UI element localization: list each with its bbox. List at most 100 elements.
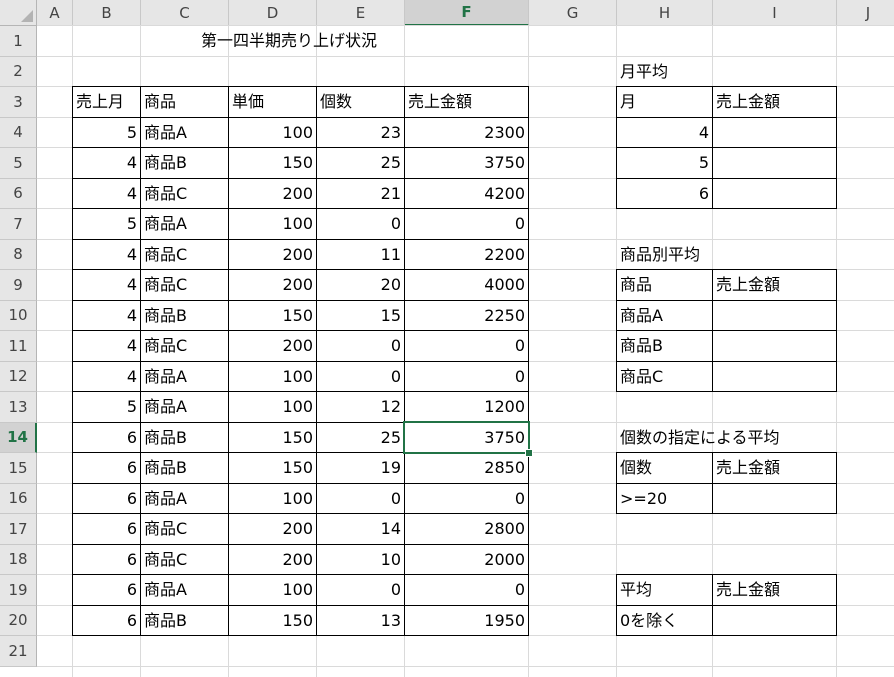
- row-header-6[interactable]: 6: [0, 178, 37, 209]
- table-cell[interactable]: 150: [228, 604, 317, 636]
- side-table-header[interactable]: 個数: [616, 452, 713, 484]
- row-header-20[interactable]: 20: [0, 605, 37, 636]
- table-cell[interactable]: 12: [316, 391, 405, 423]
- row-header-8[interactable]: 8: [0, 239, 37, 270]
- row-header-16[interactable]: 16: [0, 483, 37, 514]
- row-header-12[interactable]: 12: [0, 361, 37, 392]
- column-header-b[interactable]: B: [73, 0, 141, 26]
- table-cell[interactable]: 100: [228, 208, 317, 240]
- row-header-19[interactable]: 19: [0, 575, 37, 606]
- table-cell[interactable]: 21: [316, 177, 405, 209]
- table-cell[interactable]: 4200: [404, 177, 529, 209]
- row-header-2[interactable]: 2: [0, 56, 37, 87]
- row-header-4[interactable]: 4: [0, 117, 37, 148]
- row-header-13[interactable]: 13: [0, 392, 37, 423]
- table-header-cell[interactable]: 商品: [140, 86, 229, 118]
- table-cell[interactable]: 6: [72, 421, 141, 453]
- side-table-cell[interactable]: 商品A: [616, 299, 713, 331]
- table-cell[interactable]: 150: [228, 147, 317, 179]
- table-cell[interactable]: 商品A: [140, 574, 229, 606]
- table-cell[interactable]: 0: [316, 360, 405, 392]
- table-cell[interactable]: 20: [316, 269, 405, 301]
- side-table-cell[interactable]: 商品B: [616, 330, 713, 362]
- column-header-h[interactable]: H: [617, 0, 713, 26]
- table-cell[interactable]: 4: [72, 177, 141, 209]
- side-table-cell[interactable]: [712, 177, 837, 209]
- table-cell[interactable]: 200: [228, 177, 317, 209]
- column-header-g[interactable]: G: [529, 0, 617, 26]
- table-cell[interactable]: 0: [404, 330, 529, 362]
- table-cell[interactable]: 商品C: [140, 543, 229, 575]
- side-table-cell[interactable]: [712, 482, 837, 514]
- row-header-5[interactable]: 5: [0, 148, 37, 179]
- table-cell[interactable]: 2300: [404, 116, 529, 148]
- table-cell[interactable]: 150: [228, 299, 317, 331]
- table-cell[interactable]: 商品A: [140, 482, 229, 514]
- table-cell[interactable]: 0: [316, 482, 405, 514]
- side-table-cell[interactable]: [712, 147, 837, 179]
- table-cell[interactable]: 2000: [404, 543, 529, 575]
- table-header-cell[interactable]: 売上月: [72, 86, 141, 118]
- table-cell[interactable]: 6: [72, 482, 141, 514]
- column-header-f[interactable]: F: [405, 0, 529, 26]
- table-cell[interactable]: 2800: [404, 513, 529, 545]
- row-header-15[interactable]: 15: [0, 453, 37, 484]
- side-table-header[interactable]: 平均: [616, 574, 713, 606]
- table-cell[interactable]: 150: [228, 452, 317, 484]
- side-table-cell[interactable]: [712, 299, 837, 331]
- table-cell[interactable]: 0: [404, 482, 529, 514]
- table-cell[interactable]: 0: [404, 574, 529, 606]
- table-cell[interactable]: 2850: [404, 452, 529, 484]
- table-header-cell[interactable]: 単価: [228, 86, 317, 118]
- table-cell[interactable]: 10: [316, 543, 405, 575]
- side-table-cell[interactable]: [712, 330, 837, 362]
- fill-handle[interactable]: [525, 449, 533, 457]
- table-cell[interactable]: 2200: [404, 238, 529, 270]
- side-table-header[interactable]: 商品: [616, 269, 713, 301]
- table-cell[interactable]: 5: [72, 116, 141, 148]
- table-cell[interactable]: 4: [72, 147, 141, 179]
- by-product-label[interactable]: 商品別平均: [617, 240, 713, 271]
- side-table-cell[interactable]: 商品C: [616, 360, 713, 392]
- table-cell[interactable]: 商品A: [140, 360, 229, 392]
- active-cell-f14[interactable]: 3750: [403, 420, 530, 454]
- table-cell[interactable]: 15: [316, 299, 405, 331]
- table-header-cell[interactable]: 個数: [316, 86, 405, 118]
- table-cell[interactable]: 200: [228, 513, 317, 545]
- row-header-17[interactable]: 17: [0, 514, 37, 545]
- side-table-header[interactable]: 月: [616, 86, 713, 118]
- side-table-header[interactable]: 売上金額: [712, 574, 837, 606]
- table-cell[interactable]: 100: [228, 391, 317, 423]
- side-table-cell[interactable]: 4: [616, 116, 713, 148]
- table-cell[interactable]: 100: [228, 360, 317, 392]
- table-cell[interactable]: 200: [228, 330, 317, 362]
- table-cell[interactable]: 100: [228, 116, 317, 148]
- table-cell[interactable]: 23: [316, 116, 405, 148]
- table-cell[interactable]: 6: [72, 543, 141, 575]
- row-header-9[interactable]: 9: [0, 270, 37, 301]
- monthly-label[interactable]: 月平均: [617, 57, 713, 88]
- table-cell[interactable]: 11: [316, 238, 405, 270]
- table-cell[interactable]: 100: [228, 574, 317, 606]
- table-cell[interactable]: 4: [72, 269, 141, 301]
- table-cell[interactable]: 0: [404, 208, 529, 240]
- table-cell[interactable]: 6: [72, 513, 141, 545]
- table-cell[interactable]: 0: [316, 330, 405, 362]
- table-cell[interactable]: 0: [316, 574, 405, 606]
- by-count-label[interactable]: 個数の指定による平均: [617, 423, 780, 454]
- table-cell[interactable]: 19: [316, 452, 405, 484]
- side-table-cell[interactable]: 5: [616, 147, 713, 179]
- table-cell[interactable]: 3750: [404, 147, 529, 179]
- side-table-cell[interactable]: 6: [616, 177, 713, 209]
- table-cell[interactable]: 商品C: [140, 330, 229, 362]
- side-table-header[interactable]: 売上金額: [712, 86, 837, 118]
- side-table-cell[interactable]: [712, 360, 837, 392]
- table-cell[interactable]: 商品B: [140, 147, 229, 179]
- table-cell[interactable]: 4: [72, 238, 141, 270]
- table-cell[interactable]: 14: [316, 513, 405, 545]
- table-cell[interactable]: 4: [72, 360, 141, 392]
- column-header-e[interactable]: E: [317, 0, 405, 26]
- row-header-14[interactable]: 14: [0, 422, 37, 453]
- column-header-c[interactable]: C: [141, 0, 229, 26]
- table-cell[interactable]: 1950: [404, 604, 529, 636]
